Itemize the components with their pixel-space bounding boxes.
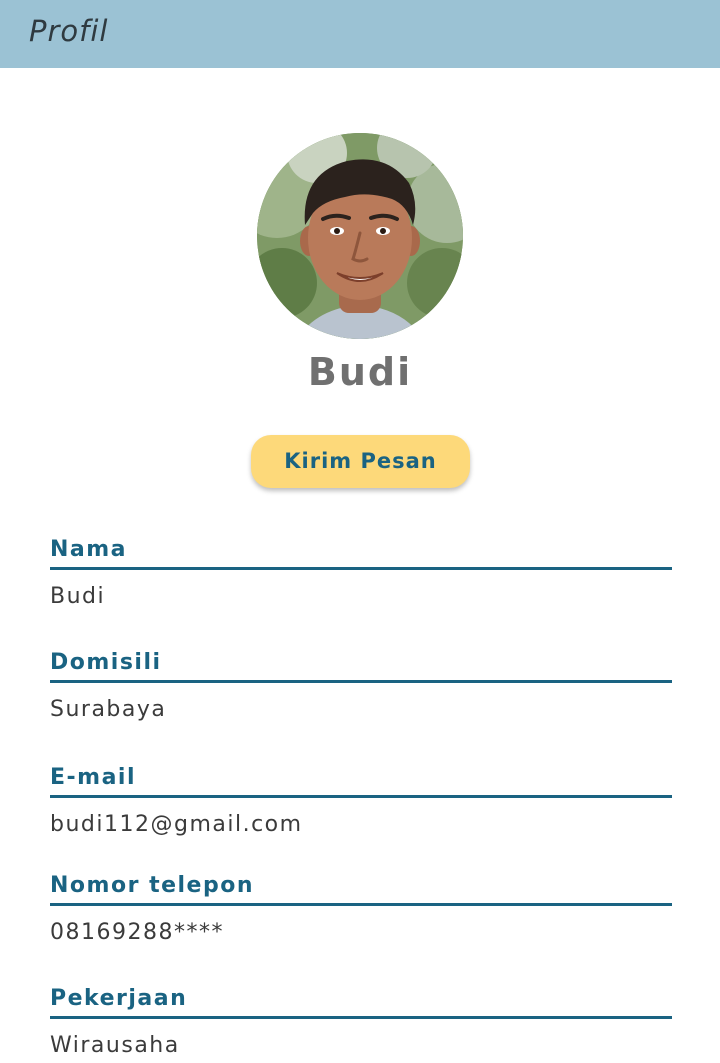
field-divider <box>50 903 672 906</box>
field-domicile: Domisili Surabaya <box>50 649 672 725</box>
field-divider <box>50 1016 672 1019</box>
field-value: Surabaya <box>50 697 167 722</box>
field-occupation: Pekerjaan Wirausaha <box>50 985 672 1061</box>
field-label: E-mail <box>50 765 137 790</box>
field-label: Nomor telepon <box>50 873 254 898</box>
field-value: Budi <box>50 584 106 609</box>
app-bar: Profil <box>0 0 720 68</box>
field-email: E-mail budi112@gmail.com <box>50 764 672 840</box>
field-value: 08169288**** <box>50 920 224 945</box>
send-message-button[interactable]: Kirim Pesan <box>251 435 470 488</box>
field-value: Wirausaha <box>50 1033 180 1058</box>
profile-name: Budi <box>307 350 413 394</box>
field-divider <box>50 795 672 798</box>
field-label: Pekerjaan <box>50 986 188 1011</box>
field-divider <box>50 680 672 683</box>
avatar-photo <box>257 133 463 339</box>
field-name: Nama Budi <box>50 536 672 612</box>
page-title: Profil <box>29 14 109 48</box>
field-phone: Nomor telepon 08169288**** <box>50 872 672 948</box>
field-label: Domisili <box>50 650 162 675</box>
field-divider <box>50 567 672 570</box>
avatar <box>257 133 463 339</box>
field-value: budi112@gmail.com <box>50 812 303 837</box>
field-label: Nama <box>50 537 128 562</box>
profile-screen: Profil Budi Kirim Pesan Nama Budi Domisi… <box>0 0 720 1063</box>
